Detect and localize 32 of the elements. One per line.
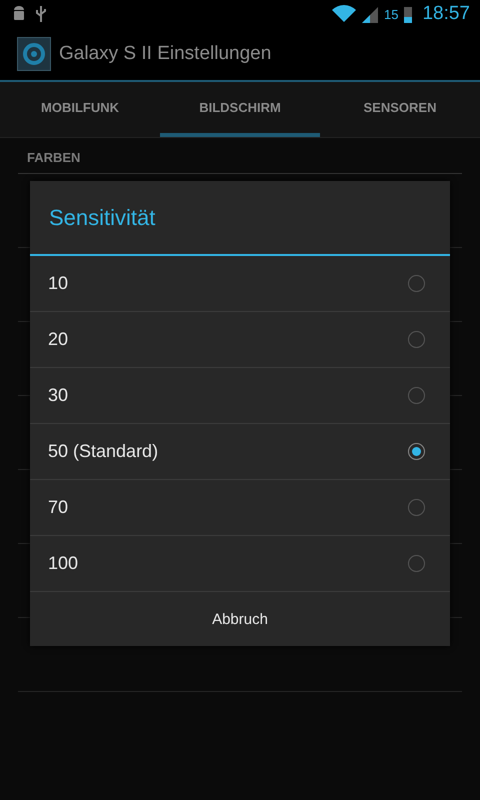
cancel-button[interactable]: Abbruch [30, 592, 450, 646]
option-item[interactable]: 100 [30, 536, 450, 592]
tab[interactable]: SENSOREN [320, 82, 480, 137]
option-item[interactable]: 10 [30, 256, 450, 312]
wifi-icon [332, 5, 356, 23]
option-label: 50 (Standard) [48, 441, 158, 462]
dialog-title: Sensitivität [30, 181, 450, 256]
signal-icon [362, 5, 378, 23]
radio-button[interactable] [408, 499, 425, 516]
option-item[interactable]: 70 [30, 480, 450, 536]
usb-icon [34, 5, 48, 23]
tab[interactable]: MOBILFUNK [0, 82, 160, 137]
radio-button[interactable] [408, 443, 425, 460]
app-icon [17, 37, 51, 71]
tab[interactable]: BILDSCHIRM [160, 82, 320, 137]
radio-button[interactable] [408, 331, 425, 348]
battery-icon [404, 5, 412, 23]
app-title: Galaxy S II Einstellungen [59, 43, 272, 65]
option-item[interactable]: 30 [30, 368, 450, 424]
option-label: 70 [48, 497, 68, 518]
option-label: 30 [48, 385, 68, 406]
option-label: 20 [48, 329, 68, 350]
option-label: 100 [48, 553, 78, 574]
clock: 18:57 [422, 3, 470, 25]
battery-percent: 15 [384, 6, 398, 22]
radio-button[interactable] [408, 387, 425, 404]
radio-button[interactable] [408, 555, 425, 572]
option-label: 10 [48, 273, 68, 294]
option-item[interactable]: 20 [30, 312, 450, 368]
section-header: FARBEN [18, 138, 462, 174]
radio-button[interactable] [408, 275, 425, 292]
option-item[interactable]: 50 (Standard) [30, 424, 450, 480]
